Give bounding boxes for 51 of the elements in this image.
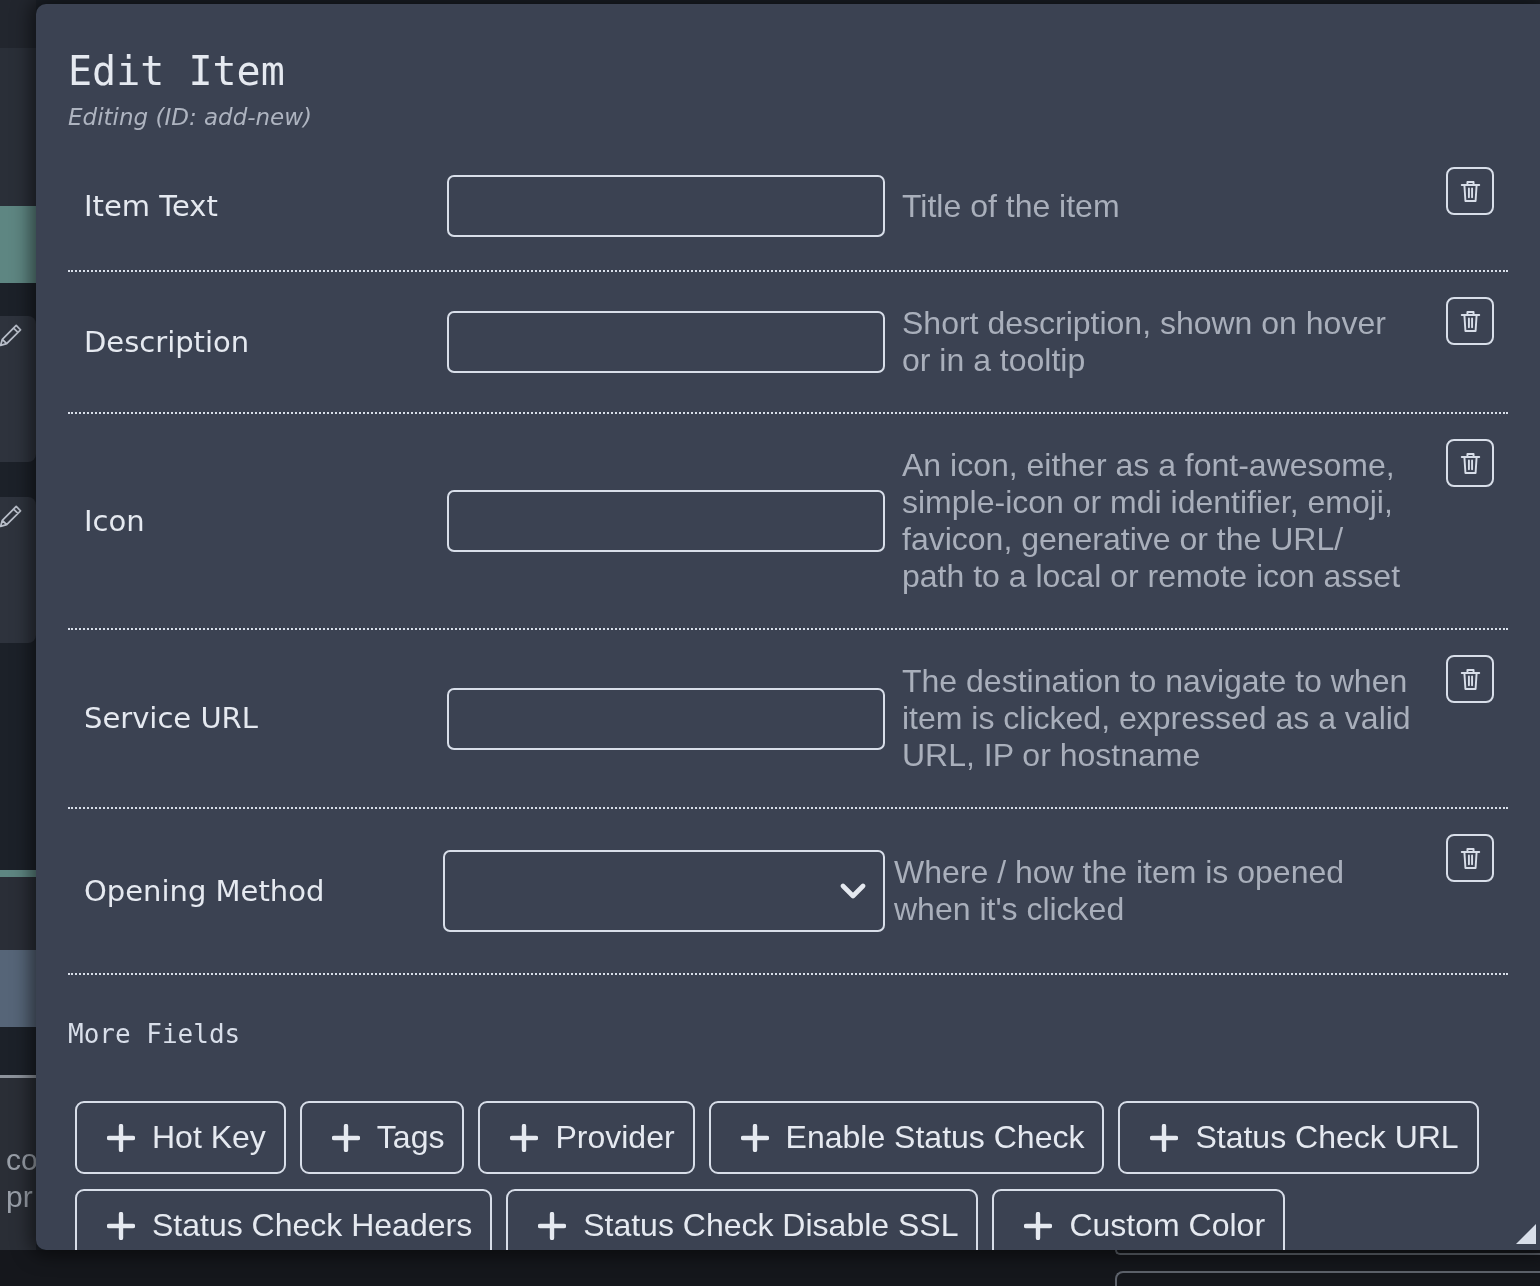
input-field[interactable] — [447, 175, 885, 237]
field-label: Icon — [84, 502, 146, 540]
trash-icon — [1459, 666, 1481, 692]
add-field-button[interactable]: Status Check URL — [1118, 1101, 1479, 1174]
input-field[interactable] — [447, 490, 885, 552]
trash-icon — [1459, 308, 1481, 334]
background-text: pr — [6, 1179, 34, 1215]
background-text: co — [6, 1142, 36, 1178]
field-hint: The destination to navigate to when item is clicked, expressed as a valid URL, IP or hostname — [901, 663, 1412, 774]
plus-icon — [1024, 1211, 1053, 1240]
field-hint: An icon, either as a font-awesome, simple-icon or mdi identifier, emoji, favicon, generative or the URL/ path to a local or remote icon asset — [901, 447, 1402, 595]
dialog-title: Edit Item — [68, 47, 285, 95]
field-label: Service URL — [84, 700, 259, 737]
add-field-button[interactable]: Enable Status Check — [708, 1101, 1105, 1174]
highlight-bar — [0, 870, 36, 877]
field-hint: Where / how the item is opened when it's clicked — [893, 854, 1345, 928]
trash-icon — [1459, 845, 1481, 871]
delete-button[interactable] — [1446, 834, 1494, 882]
chevron-down-icon — [840, 882, 866, 900]
plus-icon — [1150, 1123, 1179, 1152]
resize-handle[interactable] — [1516, 1224, 1536, 1244]
add-field-button[interactable]: Custom Color — [992, 1189, 1286, 1250]
pencil-icon — [0, 503, 24, 529]
plus-icon — [331, 1123, 360, 1152]
add-field-button[interactable]: Status Check Disable SSL — [506, 1189, 979, 1250]
plus-icon — [510, 1123, 539, 1152]
field-label: Description — [84, 323, 251, 361]
input-field[interactable] — [447, 687, 885, 750]
plus-icon — [538, 1211, 567, 1240]
dialog-subtitle: Editing (ID: add-new) — [68, 104, 313, 130]
field-hint: Title of the item — [901, 187, 1121, 225]
add-field-button[interactable]: Tags — [299, 1101, 465, 1174]
field-hint: Short description, shown on hover or in a tooltip — [901, 305, 1387, 379]
section-heading: More Fields — [68, 1019, 241, 1050]
input-field[interactable] — [447, 311, 885, 373]
field-label: Opening Method — [84, 872, 326, 910]
plus-icon — [107, 1211, 135, 1240]
delete-button[interactable] — [1446, 439, 1494, 487]
trash-icon — [1459, 450, 1481, 476]
add-field-button[interactable]: Status Check Headers — [75, 1189, 493, 1250]
delete-button[interactable] — [1446, 655, 1494, 703]
delete-button[interactable] — [1446, 297, 1494, 345]
pencil-icon — [0, 322, 24, 348]
add-field-button[interactable]: Provider — [478, 1101, 695, 1174]
plus-icon — [107, 1123, 135, 1152]
select-dropdown[interactable] — [443, 850, 885, 932]
field-label: Item Text — [84, 187, 219, 225]
delete-button[interactable] — [1446, 167, 1494, 215]
add-field-button[interactable]: Hot Key — [75, 1101, 286, 1174]
plus-icon — [740, 1123, 769, 1152]
trash-icon — [1459, 178, 1481, 204]
